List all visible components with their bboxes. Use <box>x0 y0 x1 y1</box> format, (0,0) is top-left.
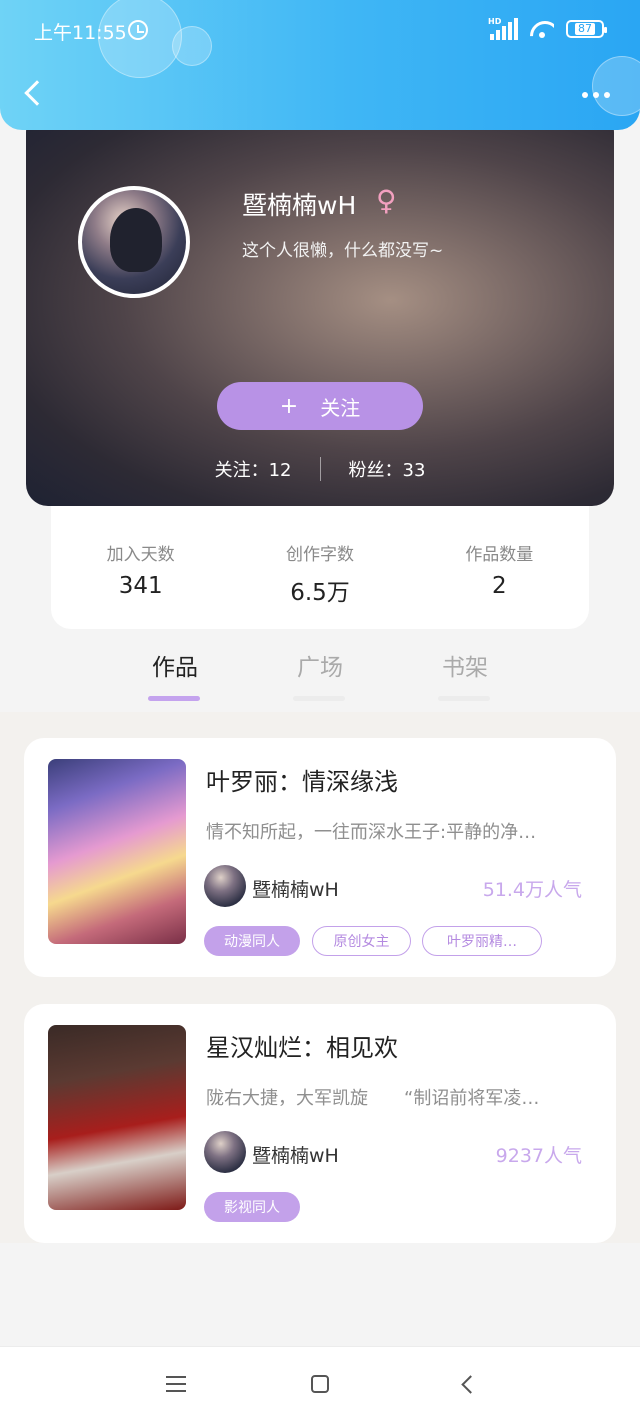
battery-icon: 87 <box>566 20 607 38</box>
tab-bar: 作品 广场 书架 <box>0 640 640 712</box>
stat-value: 341 <box>118 573 163 599</box>
menu-icon[interactable] <box>166 1376 186 1392</box>
tab-underline <box>438 696 490 701</box>
back-icon[interactable] <box>24 80 50 106</box>
work-title: 叶罗丽：情深缘浅 <box>206 768 398 796</box>
tab-label: 广场 <box>297 655 343 681</box>
book-cover[interactable] <box>48 1025 186 1210</box>
profile-hero-card: 暨楠楠wH ♀ 这个人很懒，什么都没写~ + 关注 关注：12 粉丝：33 <box>26 110 614 506</box>
tab-underline <box>148 696 200 701</box>
work-card[interactable]: 叶罗丽：情深缘浅 情不知所起，一往而深水王子:平静的净… 暨楠楠wH 51.4万… <box>24 738 616 977</box>
popularity: 9237人气 <box>495 1145 582 1167</box>
battery-level: 87 <box>575 23 595 35</box>
alarm-icon <box>128 20 148 40</box>
status-icons: HD 87 <box>488 17 607 40</box>
profile-bio: 这个人很懒，什么都没写~ <box>242 241 444 261</box>
avatar[interactable] <box>78 186 190 298</box>
tab-bookshelf[interactable]: 书架 <box>435 648 495 701</box>
tab-label: 作品 <box>152 655 198 681</box>
following-count[interactable]: 关注：12 <box>215 456 292 482</box>
stat-join-days: 加入天数 341 <box>51 540 230 629</box>
tag[interactable]: 原创女主 <box>312 926 411 956</box>
decor-bubble <box>592 56 640 116</box>
tab-underline <box>293 696 345 701</box>
female-icon: ♀ <box>376 184 397 217</box>
author-name: 暨楠楠wH <box>252 879 339 901</box>
decor-bubble <box>172 26 212 66</box>
stat-value: 2 <box>492 573 507 599</box>
follow-button-label: 关注 <box>320 395 361 420</box>
more-icon[interactable] <box>582 92 610 98</box>
followers-count[interactable]: 粉丝：33 <box>349 456 426 482</box>
stat-label: 作品数量 <box>465 545 534 565</box>
divider <box>319 457 321 481</box>
stat-label: 创作字数 <box>285 545 354 565</box>
tab-label: 书架 <box>442 655 488 681</box>
works-list: 叶罗丽：情深缘浅 情不知所起，一往而深水王子:平静的净… 暨楠楠wH 51.4万… <box>0 712 640 1243</box>
stat-value: 6.5万 <box>290 580 350 606</box>
tag[interactable]: 叶罗丽精… <box>422 926 542 956</box>
stat-work-count: 作品数量 2 <box>410 540 589 629</box>
work-card[interactable]: 星汉灿烂：相见欢 陇右大捷，大军凯旋 “制诏前将军凌… 暨楠楠wH 9237人气… <box>24 1004 616 1243</box>
signal-icon: HD <box>488 17 518 40</box>
stats-card: 加入天数 341 创作字数 6.5万 作品数量 2 <box>51 494 589 629</box>
profile-name: 暨楠楠wH <box>242 191 357 220</box>
nav-back-icon[interactable] <box>461 1375 480 1394</box>
author-name: 暨楠楠wH <box>252 1145 339 1167</box>
status-time: 上午11:55 <box>34 22 127 44</box>
work-description: 陇右大捷，大军凯旋 “制诏前将军凌… <box>206 1088 540 1109</box>
stat-word-count: 创作字数 6.5万 <box>230 540 409 629</box>
wifi-icon <box>530 19 554 39</box>
system-nav-bar <box>0 1346 640 1422</box>
stat-label: 加入天数 <box>106 545 175 565</box>
home-icon[interactable] <box>311 1375 329 1393</box>
author-avatar <box>204 865 246 907</box>
popularity: 51.4万人气 <box>482 879 582 901</box>
plus-icon: + <box>279 393 299 419</box>
tag[interactable]: 动漫同人 <box>204 926 300 956</box>
work-description: 情不知所起，一往而深水王子:平静的净… <box>206 822 537 843</box>
signal-hd-label: HD <box>488 17 502 26</box>
author-avatar <box>204 1131 246 1173</box>
tab-works[interactable]: 作品 <box>145 648 205 701</box>
tab-square[interactable]: 广场 <box>290 648 350 701</box>
follow-stats: 关注：12 粉丝：33 <box>26 456 614 482</box>
tag[interactable]: 影视同人 <box>204 1192 300 1222</box>
follow-button[interactable]: + 关注 <box>217 382 423 430</box>
book-cover[interactable] <box>48 759 186 944</box>
work-title: 星汉灿烂：相见欢 <box>206 1034 398 1062</box>
top-header: 上午11:55 HD 87 <box>0 0 640 130</box>
